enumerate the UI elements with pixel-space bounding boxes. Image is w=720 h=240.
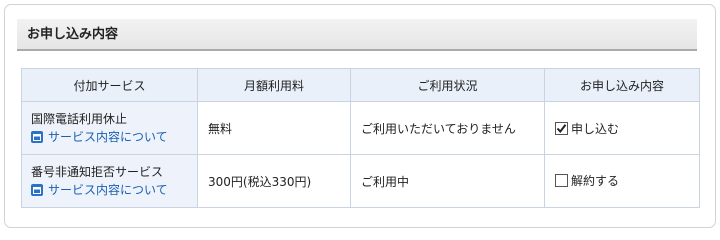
cancel-checkbox-label: 解約する	[571, 174, 620, 188]
service-details-link[interactable]: サービス内容について	[31, 128, 168, 146]
header-service: 付加サービス	[21, 68, 198, 102]
section-title: お申し込み内容	[17, 19, 697, 51]
checkbox-unchecked[interactable]	[555, 174, 568, 187]
action-cell: 申し込む	[544, 101, 700, 155]
apply-checkbox-label: 申し込む	[571, 121, 620, 136]
checkbox-checked[interactable]	[555, 121, 568, 135]
header-monthly-fee: 月額利用料	[197, 68, 351, 102]
window-icon	[31, 184, 43, 197]
service-name: 番号非通知拒否サービス	[31, 164, 164, 179]
monthly-fee-cell: 無料	[197, 101, 351, 155]
table-row: 国際電話利用休止 サービス内容について 無料 ご利用いただいておりません 申し込…	[21, 101, 700, 155]
header-status: ご利用状況	[350, 68, 545, 102]
action-cell: 解約する	[544, 154, 700, 208]
window-icon	[31, 131, 43, 144]
service-details-link-label: サービス内容について	[48, 130, 168, 145]
service-cell: 番号非通知拒否サービス サービス内容について	[21, 154, 198, 208]
service-details-link[interactable]: サービス内容について	[31, 181, 168, 199]
service-cell: 国際電話利用休止 サービス内容について	[21, 101, 198, 155]
service-details-link-label: サービス内容について	[48, 183, 168, 198]
checkmark-icon	[556, 123, 567, 133]
header-application: お申し込み内容	[544, 68, 700, 102]
service-name: 国際電話利用休止	[31, 111, 128, 126]
table-header-row: 付加サービス 月額利用料 ご利用状況 お申し込み内容	[21, 68, 700, 102]
monthly-fee-cell: 300円(税込330円)	[197, 154, 351, 208]
table-row: 番号非通知拒否サービス サービス内容について 300円(税込330円) ご利用中	[21, 154, 700, 208]
services-table: 付加サービス 月額利用料 ご利用状況 お申し込み内容 国際電話利用休止 サービス…	[21, 68, 700, 208]
status-cell: ご利用いただいておりません	[350, 101, 545, 155]
apply-checkbox[interactable]: 申し込む	[555, 120, 619, 137]
status-cell: ご利用中	[350, 154, 545, 208]
cancel-checkbox[interactable]: 解約する	[555, 172, 619, 189]
